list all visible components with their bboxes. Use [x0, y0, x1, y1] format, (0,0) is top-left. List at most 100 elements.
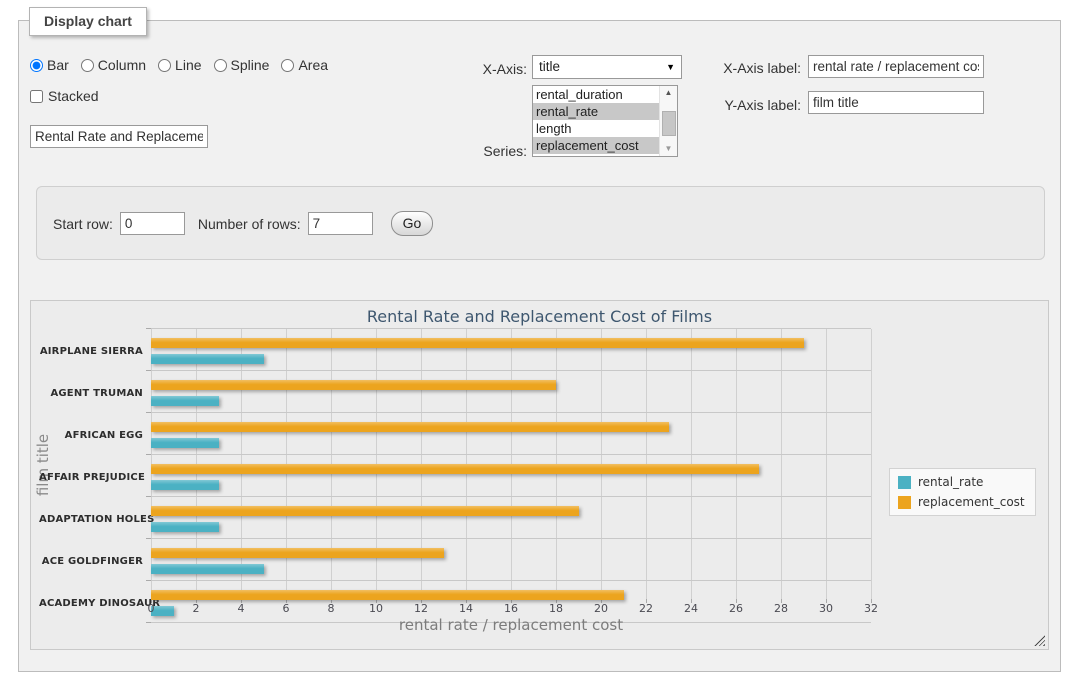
num-rows-label: Number of rows:	[198, 216, 301, 232]
x-tick-label: 4	[221, 602, 261, 615]
x-tick-label: 12	[401, 602, 441, 615]
chart-type-group: Bar Column Line Spline Area	[30, 57, 328, 73]
bar-rental_rate[interactable]	[151, 354, 264, 364]
category-band: ACE GOLDFINGER	[151, 539, 871, 581]
x-axis-select[interactable]: title ▼	[532, 55, 682, 79]
series-select-label: Series:	[450, 143, 527, 159]
chart-container: Rental Rate and Replacement Cost of Film…	[30, 300, 1049, 650]
legend-swatch-replacement_cost	[898, 496, 911, 509]
bar-replacement_cost[interactable]	[151, 464, 759, 474]
chart-type-radio-column[interactable]	[81, 59, 94, 72]
chart-type-radio-spline[interactable]	[214, 59, 227, 72]
category-label: AIRPLANE SIERRA	[39, 346, 143, 357]
chart-type-radio-bar[interactable]	[30, 59, 43, 72]
bar-replacement_cost[interactable]	[151, 422, 669, 432]
bar-replacement_cost[interactable]	[151, 548, 444, 558]
rows-form: Start row: Number of rows: Go	[53, 211, 433, 236]
chart-type-radio-label: Area	[298, 57, 328, 73]
plot-area: AIRPLANE SIERRAAGENT TRUMANAFRICAN EGGAF…	[151, 328, 871, 599]
bar-replacement_cost[interactable]	[151, 380, 556, 390]
x-axis-select-label: X-Axis:	[450, 61, 527, 77]
x-tick-label: 32	[851, 602, 891, 615]
chart-title-input[interactable]	[30, 125, 208, 148]
panel-title: Display chart	[29, 7, 147, 36]
series-option-rental_rate[interactable]: rental_rate	[533, 103, 660, 120]
x-tick-label: 10	[356, 602, 396, 615]
scroll-up-icon[interactable]: ▲	[660, 86, 677, 100]
series-listbox[interactable]: rental_durationrental_ratelengthreplacem…	[532, 85, 678, 157]
series-option-rental_duration[interactable]: rental_duration	[533, 86, 660, 103]
x-axis-title: rental rate / replacement cost	[151, 616, 871, 634]
bar-replacement_cost[interactable]	[151, 338, 804, 348]
bar-rental_rate[interactable]	[151, 396, 219, 406]
chart-type-radio-label: Line	[175, 57, 201, 73]
category-label: ACE GOLDFINGER	[39, 556, 143, 567]
category-band: AGENT TRUMAN	[151, 371, 871, 413]
series-option-replacement_cost[interactable]: replacement_cost	[533, 137, 660, 154]
x-axis-label-field-label: X-Axis label:	[705, 60, 801, 76]
bar-rental_rate[interactable]	[151, 564, 264, 574]
x-tick-label: 24	[671, 602, 711, 615]
x-tick-label: 30	[806, 602, 846, 615]
num-rows-input[interactable]	[308, 212, 373, 235]
scroll-down-icon[interactable]: ▼	[660, 142, 677, 156]
series-listbox-scrollbar[interactable]: ▲ ▼	[659, 86, 677, 156]
chart-type-option-line: Line	[158, 57, 201, 73]
bar-rental_rate[interactable]	[151, 480, 219, 490]
y-axis-label-field-label: Y-Axis label:	[705, 97, 801, 113]
chart-type-radio-area[interactable]	[281, 59, 294, 72]
x-tick-label: 6	[266, 602, 306, 615]
legend-entry-rental_rate[interactable]: rental_rate	[898, 475, 1025, 489]
x-tick-label: 0	[131, 602, 171, 615]
x-axis-selected-value: title	[539, 59, 560, 74]
start-row-label: Start row:	[53, 216, 113, 232]
x-tick-label: 8	[311, 602, 351, 615]
category-label: AGENT TRUMAN	[39, 388, 143, 399]
x-tick-label: 20	[581, 602, 621, 615]
bar-replacement_cost[interactable]	[151, 506, 579, 516]
x-tick-label: 2	[176, 602, 216, 615]
legend-label: replacement_cost	[918, 495, 1025, 509]
chart-type-radio-label: Column	[98, 57, 146, 73]
series-option-length[interactable]: length	[533, 120, 660, 137]
bar-replacement_cost[interactable]	[151, 590, 624, 600]
y-axis-label-input[interactable]	[808, 91, 984, 114]
stacked-label: Stacked	[48, 88, 99, 104]
x-axis-label-input[interactable]	[808, 55, 984, 78]
chart-type-radio-label: Bar	[47, 57, 69, 73]
category-band: ADAPTATION HOLES	[151, 497, 871, 539]
category-label: AFFAIR PREJUDICE	[39, 472, 143, 483]
rows-fieldset: Start row: Number of rows: Go	[36, 186, 1045, 260]
x-tick-label: 28	[761, 602, 801, 615]
resize-handle-icon[interactable]	[1034, 635, 1045, 646]
gridline	[871, 329, 872, 599]
x-tick-label: 26	[716, 602, 756, 615]
x-tick-label: 22	[626, 602, 666, 615]
legend-entry-replacement_cost[interactable]: replacement_cost	[898, 495, 1025, 509]
series-options: rental_durationrental_ratelengthreplacem…	[533, 86, 677, 154]
stacked-checkbox[interactable]	[30, 90, 43, 103]
chart-type-option-spline: Spline	[214, 57, 270, 73]
chevron-down-icon: ▼	[666, 56, 675, 79]
category-label: AFRICAN EGG	[39, 430, 143, 441]
x-tick-label: 16	[491, 602, 531, 615]
bar-rental_rate[interactable]	[151, 438, 219, 448]
category-label: ADAPTATION HOLES	[39, 514, 143, 525]
chart-type-radio-line[interactable]	[158, 59, 171, 72]
category-label: ACADEMY DINOSAUR	[39, 598, 143, 609]
chart-type-option-column: Column	[81, 57, 146, 73]
category-band: AFFAIR PREJUDICE	[151, 455, 871, 497]
legend-label: rental_rate	[918, 475, 983, 489]
chart-type-option-bar: Bar	[30, 57, 69, 73]
category-band: AFRICAN EGG	[151, 413, 871, 455]
bar-rental_rate[interactable]	[151, 522, 219, 532]
stacked-row: Stacked	[30, 88, 99, 104]
start-row-input[interactable]	[120, 212, 185, 235]
scrollbar-thumb[interactable]	[662, 111, 676, 136]
legend-swatch-rental_rate	[898, 476, 911, 489]
go-button[interactable]: Go	[391, 211, 434, 236]
chart-type-radio-label: Spline	[231, 57, 270, 73]
chart-type-option-area: Area	[281, 57, 328, 73]
plot-bands: AIRPLANE SIERRAAGENT TRUMANAFRICAN EGGAF…	[151, 329, 871, 623]
category-band: AIRPLANE SIERRA	[151, 329, 871, 371]
